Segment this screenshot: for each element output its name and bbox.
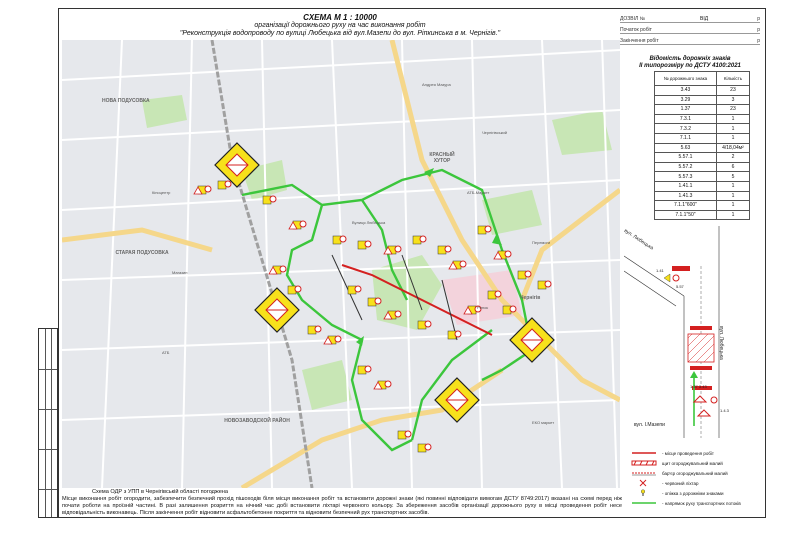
sign-number: 7.3.1 bbox=[654, 113, 717, 125]
district-stara-podusovka: СТАРАЯ ПОДУСОВКА bbox=[115, 250, 169, 256]
sign-row: 7.1.1 1 bbox=[654, 132, 751, 144]
sign-row: 7.3.2 1 bbox=[654, 123, 751, 134]
legend: - місце проведення робіт щит огороджувал… bbox=[630, 448, 760, 508]
sign-row: 5.57.1 2 bbox=[654, 152, 751, 163]
city-map: НОВА ПОДУСОВКА СТАРАЯ ПОДУСОВКА НОВОЗАВО… bbox=[62, 40, 620, 488]
schema-title: СХЕМА М 1 : 10000 організації дорожнього… bbox=[160, 14, 520, 38]
sign-quantity: 1 bbox=[715, 180, 751, 192]
sign-row: 5.57.3 5 bbox=[654, 171, 751, 182]
sign-number: 1.37 bbox=[654, 104, 717, 115]
sign-quantity: 4/18,04м² bbox=[715, 142, 751, 154]
legend-barrier: бар'єр огороджувальний малий bbox=[632, 470, 728, 476]
legend-work-site: - місце проведення робіт bbox=[632, 450, 714, 456]
legend-traffic-direction: - напрямок руху транспортних потоків bbox=[632, 500, 741, 506]
legend-small-shield: щит огороджувальний малий bbox=[630, 458, 760, 468]
drawing-sheet: СХЕМА М 1 : 10000 організації дорожнього… bbox=[0, 0, 800, 533]
sign-number: 5.57.3 bbox=[654, 171, 717, 182]
legend-sign-post: - опіжка з дорожніми знаками bbox=[630, 488, 760, 498]
sign-number: 5.57.1 bbox=[654, 152, 717, 163]
sign-quantity: 1 bbox=[715, 123, 751, 134]
approval-row-start: Початок робіт р bbox=[620, 23, 760, 34]
sign-number: 5.63 bbox=[654, 142, 717, 154]
sign-quantity: 1 bbox=[715, 132, 751, 144]
approval-row-permit: ДОЗВІЛ № ВІД р bbox=[620, 12, 760, 23]
sign-quantity: 23 bbox=[715, 85, 751, 96]
district-nova-podusovka: НОВА ПОДУСОВКА bbox=[102, 98, 150, 104]
title-scale: СХЕМА М 1 : 10000 bbox=[303, 13, 377, 22]
sign-row: 3.29 3 bbox=[654, 94, 751, 106]
sign-quantity: 6 bbox=[715, 161, 751, 173]
sign-number: 7.1.1"600" bbox=[654, 200, 717, 211]
sign-number: 3.29 bbox=[654, 94, 717, 106]
legend-red-lamp: - червоний ліхтар bbox=[630, 478, 760, 488]
footer-approval-note: Схема ОДР з УПП в Чернігівській області … bbox=[92, 489, 228, 495]
sign-row: 3.43 23 bbox=[654, 85, 751, 96]
sign-quantity: 1 bbox=[715, 190, 751, 202]
footer-instructions: Місце виконання робіт огородити, забезпе… bbox=[62, 496, 622, 516]
col-sign-number: № дорожнього знака bbox=[654, 71, 717, 86]
signs-register-table: № дорожнього знака Кількість 3.43 23 3.29 3… bbox=[654, 71, 751, 221]
sign-row: 1.41.3 1 bbox=[654, 190, 751, 202]
sign-number: 7.1.1"50" bbox=[654, 209, 717, 221]
sign-row: 5.57.2 6 bbox=[654, 161, 751, 173]
approval-block: ДОЗВІЛ № ВІД р Початок робіт р Закінченн… bbox=[620, 12, 760, 45]
district-krasny-khutir: КРАСНЫЙ ХУТОР bbox=[429, 152, 455, 164]
title-project: "Реконструкція водопроводу по вулиці Люб… bbox=[179, 30, 501, 37]
inset-street-mazepy: вул. І.Мазепи bbox=[634, 422, 665, 428]
sign-row: 7.1.1"600" 1 bbox=[654, 200, 751, 211]
sign-number: 3.43 bbox=[654, 85, 717, 96]
sign-row: 1.41.1 1 bbox=[654, 180, 751, 192]
sign-quantity: 1 bbox=[715, 113, 751, 125]
district-novozavodsky: НОВОЗАВОДСКОЙ РАЙОН bbox=[224, 418, 290, 424]
sign-number: 7.1.1 bbox=[654, 132, 717, 144]
approval-row-end: Закінчення робіт р bbox=[620, 34, 760, 45]
sign-number: 5.57.2 bbox=[654, 161, 717, 173]
col-quantity: Кількість bbox=[715, 71, 751, 86]
sign-quantity: 2 bbox=[715, 152, 751, 163]
sign-quantity: 1 bbox=[715, 209, 751, 221]
sign-number: 1.41.1 bbox=[654, 180, 717, 192]
signs-register-title: Відомість дорожніх знаків ІІ типорозміру… bbox=[639, 56, 741, 69]
sign-row: 5.63 4/18,04м² bbox=[654, 142, 751, 154]
intersection-inset: вул. Любецька вул. Любецька вул. І.Мазеп… bbox=[623, 226, 738, 438]
sign-quantity: 5 bbox=[715, 171, 751, 182]
district-chernihiv: Чернігів bbox=[520, 295, 541, 301]
inset-street-lyubetska: вул. Любецька bbox=[718, 326, 724, 360]
sign-row: 7.3.1 1 bbox=[654, 113, 751, 125]
title-purpose: організації дорожнього руху на час викон… bbox=[254, 22, 426, 29]
sign-row: 7.1.1"50" 1 bbox=[654, 209, 751, 221]
sign-quantity: 3 bbox=[715, 94, 751, 106]
sign-row: 1.37 23 bbox=[654, 104, 751, 115]
sign-number: 1.41.3 bbox=[654, 190, 717, 202]
sign-number: 7.3.2 bbox=[654, 123, 717, 134]
side-stamp bbox=[38, 328, 58, 518]
sign-quantity: 1 bbox=[715, 200, 751, 211]
sign-quantity: 23 bbox=[715, 104, 751, 115]
footer-notes: Схема ОДР з УПП в Чернігівській області … bbox=[62, 489, 622, 517]
